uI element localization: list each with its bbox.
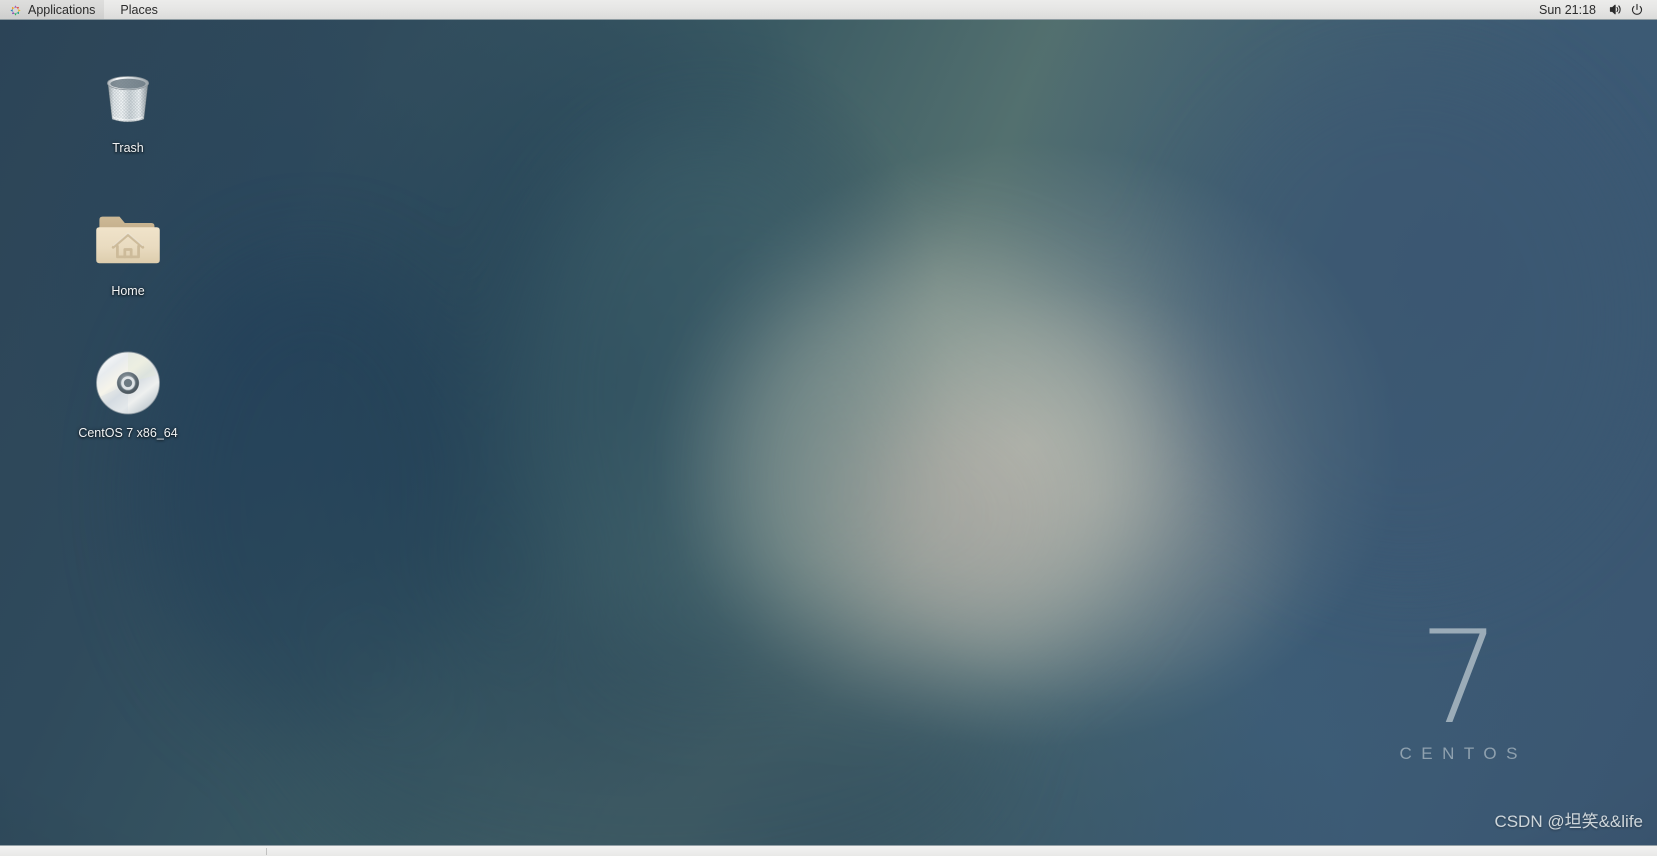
- power-icon[interactable]: [1626, 0, 1648, 19]
- desktop-icon-home[interactable]: Home: [66, 205, 190, 300]
- places-menu[interactable]: Places: [104, 0, 167, 19]
- applications-menu[interactable]: Applications: [0, 0, 105, 19]
- desktop[interactable]: Applications Places Sun 21:18 Trash Home…: [0, 0, 1657, 856]
- desktop-icon-label: Trash: [112, 141, 144, 155]
- applications-menu-label: Applications: [28, 2, 96, 17]
- desktop-icon-label: CentOS 7 x86_64: [78, 426, 178, 440]
- trash-can-icon: [92, 62, 164, 134]
- bottom-panel[interactable]: [0, 845, 1657, 856]
- panel-left-group: Applications Places: [0, 0, 167, 19]
- optical-disc-icon: [92, 347, 164, 419]
- top-panel[interactable]: Applications Places Sun 21:18: [0, 0, 1657, 20]
- panel-right-group: Sun 21:18: [1531, 0, 1657, 19]
- wallpaper-blur-blobs: [0, 0, 1657, 856]
- clock[interactable]: Sun 21:18: [1531, 0, 1604, 19]
- desktop-icon-label: Home: [111, 284, 145, 298]
- desktop-icon-trash[interactable]: Trash: [66, 62, 190, 157]
- volume-speaker-icon[interactable]: [1604, 0, 1626, 19]
- places-menu-label: Places: [120, 2, 158, 17]
- centos-pinwheel-icon: [9, 3, 22, 17]
- home-folder-icon: [92, 205, 164, 277]
- bottom-panel-divider: [266, 848, 267, 855]
- desktop-icon-cdrom[interactable]: CentOS 7 x86_64: [66, 347, 190, 442]
- clock-label: Sun 21:18: [1539, 2, 1596, 17]
